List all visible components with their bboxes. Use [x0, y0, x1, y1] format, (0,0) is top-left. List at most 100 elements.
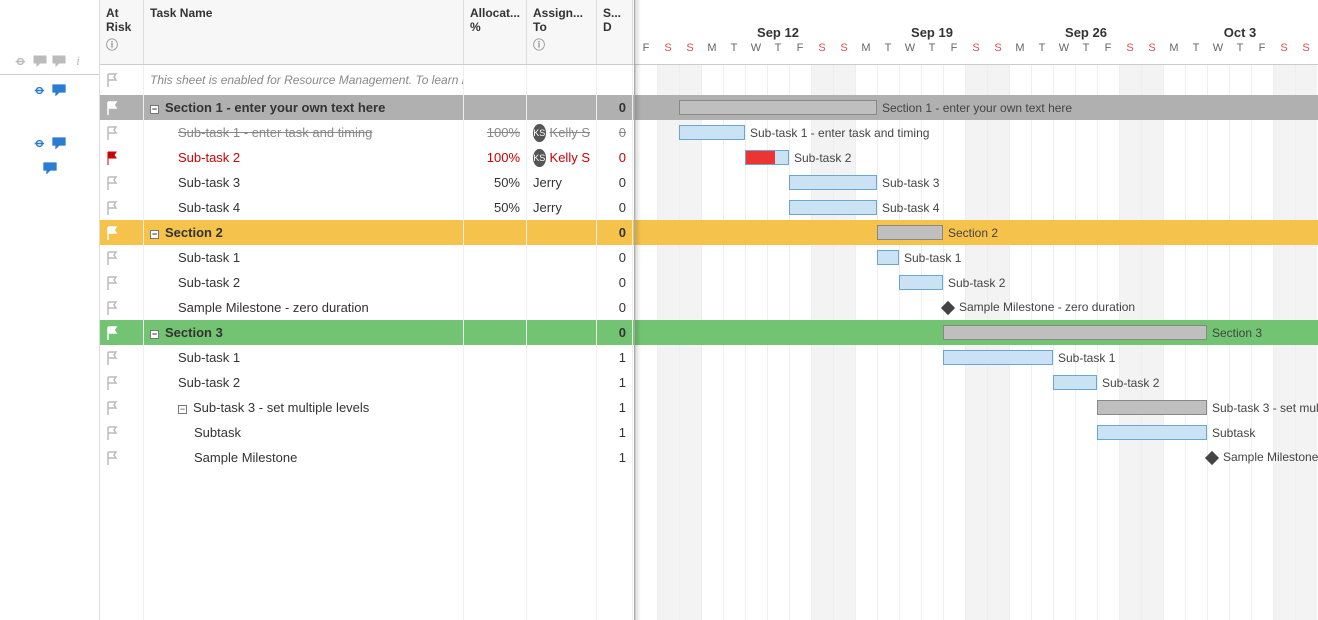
- task-row[interactable]: Sub-task 350%Jerry0: [100, 170, 634, 195]
- col-header-risk[interactable]: At Riskⓘ: [100, 0, 144, 64]
- task-row[interactable]: Sub-task 2100%KSKelly S0: [100, 145, 634, 170]
- comment-icon[interactable]: [52, 83, 67, 98]
- collapse-toggle[interactable]: −: [178, 405, 187, 414]
- milestone-diamond[interactable]: [941, 301, 955, 315]
- gantt-row: Subtask: [635, 420, 1318, 445]
- task-grid: At Riskⓘ Task Name Allocat... % Assign..…: [100, 0, 635, 620]
- allocation-value: 50%: [494, 200, 520, 215]
- day-header: T: [877, 42, 899, 64]
- gantt-bar[interactable]: Sub-task 2: [1053, 375, 1097, 390]
- collapse-toggle[interactable]: −: [150, 230, 159, 239]
- attachment-icon[interactable]: [33, 135, 48, 150]
- flag-icon[interactable]: [106, 276, 118, 290]
- day-header: S: [965, 42, 987, 64]
- attachment-icon[interactable]: [33, 83, 48, 98]
- col-header-name[interactable]: Task Name: [144, 0, 464, 64]
- flag-icon[interactable]: [106, 151, 118, 165]
- task-row[interactable]: Sub-task 10: [100, 245, 634, 270]
- empty-row[interactable]: [100, 470, 634, 495]
- bar-label: Sub-task 2: [794, 151, 851, 166]
- gantt-row: Sub-task 1 - enter task and timing: [635, 120, 1318, 145]
- assignee-name: Kelly S: [550, 125, 590, 140]
- day-header: S: [811, 42, 833, 64]
- empty-row[interactable]: [100, 520, 634, 545]
- gantt-bar[interactable]: Sub-task 1: [943, 350, 1053, 365]
- flag-icon[interactable]: [106, 126, 118, 140]
- gantt-bar[interactable]: Sub-task 4: [789, 200, 877, 215]
- empty-row[interactable]: [100, 570, 634, 595]
- milestone-diamond[interactable]: [1205, 451, 1219, 465]
- gantt-row: Sub-task 4: [635, 195, 1318, 220]
- comment-icon[interactable]: [52, 135, 67, 150]
- panel-divider[interactable]: [635, 0, 641, 620]
- icon-rail: i: [0, 0, 100, 620]
- rail-row: [0, 105, 99, 130]
- empty-row[interactable]: [100, 595, 634, 620]
- task-row[interactable]: Sample Milestone1: [100, 445, 634, 470]
- task-row[interactable]: Sub-task 1 - enter task and timing100%KS…: [100, 120, 634, 145]
- day-header: T: [1075, 42, 1097, 64]
- flag-icon[interactable]: [106, 351, 118, 365]
- day-header: T: [1229, 42, 1251, 64]
- flag-icon[interactable]: [106, 401, 118, 415]
- gantt-bar[interactable]: Section 1 - enter your own text here: [679, 100, 877, 115]
- section-row[interactable]: −Section 30: [100, 320, 634, 345]
- task-row[interactable]: Sub-task 11: [100, 345, 634, 370]
- gantt-bar[interactable]: Subtask: [1097, 425, 1207, 440]
- col-header-assigned[interactable]: Assign... Toⓘ: [527, 0, 597, 64]
- gantt-bar[interactable]: Sub-task 3 - set multiple levels: [1097, 400, 1207, 415]
- flag-icon[interactable]: [106, 326, 118, 340]
- gantt-bar[interactable]: Section 2: [877, 225, 943, 240]
- bar-label: Sample Milestone: [1223, 450, 1318, 464]
- gantt-bar[interactable]: Section 3: [943, 325, 1207, 340]
- flag-icon[interactable]: [106, 426, 118, 440]
- section-row[interactable]: −Section 1 - enter your own text here0: [100, 95, 634, 120]
- task-name-text: Sub-task 2: [178, 150, 240, 165]
- task-row[interactable]: −Sub-task 3 - set multiple levels1: [100, 395, 634, 420]
- task-row[interactable]: Sub-task 21: [100, 370, 634, 395]
- col-header-start[interactable]: S... D: [597, 0, 633, 64]
- flag-icon[interactable]: [106, 201, 118, 215]
- gantt-bar[interactable]: Sub-task 2: [745, 150, 789, 165]
- task-row[interactable]: Sample Milestone - zero duration0: [100, 295, 634, 320]
- flag-icon[interactable]: [106, 101, 118, 115]
- flag-icon[interactable]: [106, 251, 118, 265]
- task-row[interactable]: Subtask1: [100, 420, 634, 445]
- assignee-name: Jerry: [533, 200, 562, 215]
- start-date-cell: 0: [619, 225, 626, 240]
- task-name-text: Subtask: [194, 425, 241, 440]
- gantt-panel: Sep 12Sep 19Sep 26Oct 3 FSSMTWTFSSMTWTFS…: [635, 0, 1318, 620]
- collapse-toggle[interactable]: −: [150, 105, 159, 114]
- week-header: Sep 19: [855, 0, 1009, 42]
- week-header: Oct 3: [1163, 0, 1317, 42]
- empty-row[interactable]: [100, 495, 634, 520]
- flag-icon[interactable]: [106, 73, 118, 87]
- flag-icon[interactable]: [106, 301, 118, 315]
- comment-icon[interactable]: [42, 160, 57, 175]
- col-header-allocation[interactable]: Allocat... %: [464, 0, 527, 64]
- start-date-cell: 0: [619, 150, 626, 165]
- flag-icon[interactable]: [106, 451, 118, 465]
- comment-header-icon: [33, 53, 48, 68]
- day-header: S: [1273, 42, 1295, 64]
- day-header: F: [943, 42, 965, 64]
- flag-icon[interactable]: [106, 226, 118, 240]
- gantt-bar[interactable]: Sub-task 1: [877, 250, 899, 265]
- task-row[interactable]: Sub-task 450%Jerry0: [100, 195, 634, 220]
- day-header: F: [1097, 42, 1119, 64]
- section-row[interactable]: −Section 20: [100, 220, 634, 245]
- task-row[interactable]: Sub-task 20: [100, 270, 634, 295]
- gantt-row: Sub-task 3: [635, 170, 1318, 195]
- assignee-name: Kelly S: [550, 150, 590, 165]
- start-date-cell: 1: [619, 450, 626, 465]
- day-header: F: [789, 42, 811, 64]
- gantt-bar[interactable]: Sub-task 2: [899, 275, 943, 290]
- gantt-bar[interactable]: Sub-task 3: [789, 175, 877, 190]
- collapse-toggle[interactable]: −: [150, 330, 159, 339]
- flag-icon[interactable]: [106, 176, 118, 190]
- gantt-bar[interactable]: Sub-task 1 - enter task and timing: [679, 125, 745, 140]
- flag-icon[interactable]: [106, 376, 118, 390]
- info-icon: ⓘ: [106, 36, 137, 53]
- day-header: M: [701, 42, 723, 64]
- empty-row[interactable]: [100, 545, 634, 570]
